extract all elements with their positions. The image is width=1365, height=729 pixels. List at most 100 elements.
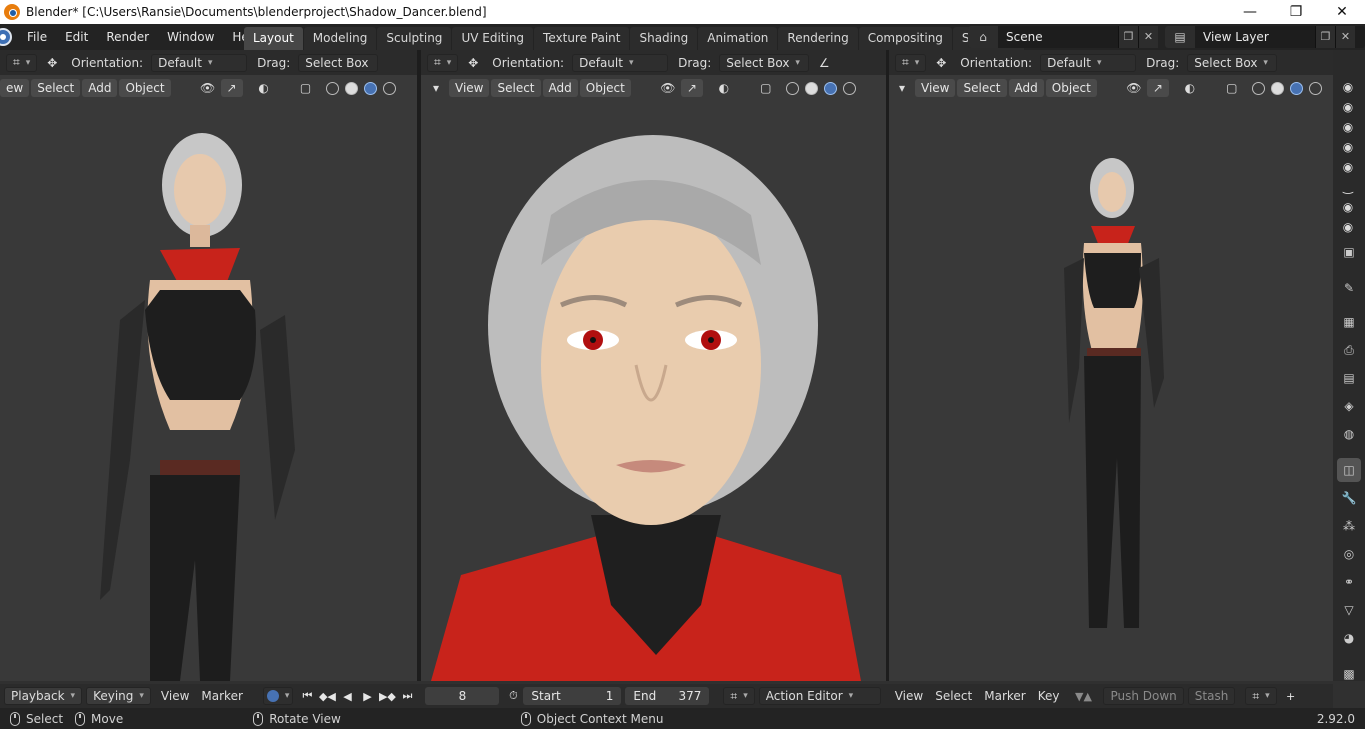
action-key-menu[interactable]: Key (1038, 689, 1060, 703)
menu-object[interactable]: Object (119, 79, 171, 97)
menu-file[interactable]: File (18, 30, 56, 44)
eye-closed-icon[interactable]: ‿ (1341, 180, 1355, 194)
material-properties-icon[interactable]: ◕ (1337, 626, 1361, 650)
keying-dropdown[interactable]: Keying ▾ (86, 687, 151, 705)
menu-view[interactable]: View (915, 79, 956, 97)
current-frame-field[interactable]: 8 (425, 687, 500, 705)
maximize-button[interactable]: ❐ (1273, 0, 1319, 24)
eye-icon[interactable]: ◉ (1341, 160, 1355, 174)
drag-dropdown[interactable]: Select Box ▾ (719, 53, 810, 72)
rendered-shading-icon[interactable] (382, 81, 396, 95)
stash-button[interactable]: Stash (1187, 687, 1236, 705)
push-down-button[interactable]: Push Down (1103, 687, 1184, 705)
drag-dropdown[interactable]: Select Box ▾ (1187, 53, 1278, 72)
viewport-center[interactable]: ⌗ ▾ ✥ Orientation: Default ▾ Drag: Select … (421, 50, 886, 681)
menu-edit[interactable]: Edit (56, 30, 97, 44)
visibility-icon[interactable]: 👁 (657, 79, 679, 97)
rendered-shading-icon[interactable] (842, 81, 856, 95)
eye-icon[interactable]: ◉ (1341, 120, 1355, 134)
jump-end-icon[interactable]: ⏭ (397, 687, 417, 705)
collapse-menu-icon[interactable]: ▾ (891, 79, 913, 97)
scene-properties-icon[interactable]: ◈ (1337, 394, 1361, 418)
collapse-menu-icon[interactable]: ▾ (425, 79, 447, 97)
view-layer-properties-icon[interactable]: ▤ (1337, 366, 1361, 390)
action-down-icon[interactable]: ▼▲ (1073, 687, 1093, 705)
gizmo-icon[interactable]: ↗ (1146, 79, 1169, 97)
menu-view[interactable]: ew (0, 79, 30, 97)
drag-dropdown[interactable]: Select Box (298, 53, 379, 72)
tool-settings-icon[interactable]: ✎ (1337, 276, 1361, 300)
add-icon[interactable]: + (1281, 687, 1301, 705)
overlay-icon[interactable]: ◐ (253, 79, 275, 97)
menu-add[interactable]: Add (542, 79, 578, 97)
viewport-left[interactable]: ⌗ ▾ ✥ Orientation: Default ▾ Drag: Select … (0, 50, 418, 681)
menu-view[interactable]: View (449, 79, 490, 97)
constraint-properties-icon[interactable]: ⚭ (1337, 570, 1361, 594)
view-layer-selector[interactable]: ▤ View Layer ❐ ✕ (1165, 26, 1365, 48)
gizmo-icon[interactable]: ↗ (680, 79, 703, 97)
playback-dropdown[interactable]: Playback ▾ (4, 687, 83, 705)
menu-object[interactable]: Object (1045, 79, 1097, 97)
transform-pivot-icon[interactable]: ✥ (41, 54, 63, 72)
jump-start-icon[interactable]: ⏮ (297, 687, 317, 705)
remove-scene-icon[interactable]: ✕ (1138, 26, 1158, 48)
scene-name-field[interactable]: Scene (998, 26, 1118, 48)
play-reverse-icon[interactable]: ◀ (337, 687, 357, 705)
physics-properties-icon[interactable]: ◎ (1337, 542, 1361, 566)
frame-end-field[interactable]: End 377 (625, 687, 710, 705)
tab-layout[interactable]: Layout (244, 27, 303, 50)
play-icon[interactable]: ▶ (357, 687, 377, 705)
remove-view-layer-icon[interactable]: ✕ (1335, 26, 1355, 48)
menu-select[interactable]: Select (491, 79, 541, 97)
gizmo-icon[interactable]: ↗ (220, 79, 243, 97)
eye-icon[interactable]: ◉ (1341, 80, 1355, 94)
tab-modeling[interactable]: Modeling (303, 27, 377, 50)
viewport-right[interactable]: ⌗ ▾ ✥ Orientation: Default ▾ Drag: Select … (889, 50, 1333, 681)
tab-texture-paint[interactable]: Texture Paint (534, 27, 630, 50)
xray-icon[interactable]: ▢ (1221, 79, 1243, 97)
tab-animation[interactable]: Animation (698, 27, 778, 50)
output-properties-icon[interactable]: ⎙ (1337, 338, 1361, 362)
material-shading-icon[interactable] (363, 81, 377, 95)
menu-render[interactable]: Render (97, 30, 158, 44)
prev-keyframe-icon[interactable]: ◆◀ (317, 687, 337, 705)
tab-shading[interactable]: Shading (630, 27, 698, 50)
editor-type-dropdown[interactable]: ⌗ ▾ (6, 53, 38, 72)
snap-icon[interactable]: ∠ (813, 54, 835, 72)
rendered-shading-icon[interactable] (1308, 81, 1322, 95)
editor-type-dropdown[interactable]: ⌗ ▾ (895, 53, 927, 72)
frame-start-field[interactable]: Start 1 (523, 687, 622, 705)
visibility-icon[interactable]: 👁 (1123, 79, 1145, 97)
orientation-dropdown[interactable]: Default ▾ (1040, 53, 1137, 72)
tab-uv-editing[interactable]: UV Editing (452, 27, 534, 50)
editor-type-dropdown[interactable]: ⌗ ▾ (427, 53, 459, 72)
menu-window[interactable]: Window (158, 30, 223, 44)
character-model-left[interactable] (90, 130, 330, 681)
wireframe-shading-icon[interactable] (325, 81, 339, 95)
copy-scene-icon[interactable]: ❐ (1118, 26, 1138, 48)
action-marker-menu[interactable]: Marker (984, 689, 1025, 703)
menu-select[interactable]: Select (31, 79, 81, 97)
xray-icon[interactable]: ▢ (295, 79, 317, 97)
wireframe-shading-icon[interactable] (1251, 81, 1265, 95)
close-button[interactable]: ✕ (1319, 0, 1365, 24)
tab-compositing[interactable]: Compositing (858, 27, 952, 50)
overlay-icon[interactable]: ◐ (1179, 79, 1201, 97)
data-properties-icon[interactable]: ▽ (1337, 598, 1361, 622)
material-shading-icon[interactable] (823, 81, 837, 95)
tool-properties-icon[interactable]: ▣ (1337, 240, 1361, 264)
tab-sculpting[interactable]: Sculpting (377, 27, 452, 50)
timeline-view-menu[interactable]: View (161, 689, 189, 703)
xray-icon[interactable]: ▢ (755, 79, 777, 97)
modifier-properties-icon[interactable]: 🔧 (1337, 486, 1361, 510)
menu-add[interactable]: Add (82, 79, 118, 97)
snapping-dropdown[interactable]: ⌗ ▾ (1245, 687, 1277, 705)
world-properties-icon[interactable]: ◍ (1337, 422, 1361, 446)
action-editor-type-dropdown[interactable]: ⌗ ▾ (723, 687, 755, 705)
eye-icon[interactable]: ◉ (1341, 220, 1355, 234)
solid-shading-icon[interactable] (344, 81, 358, 95)
blender-logo-icon[interactable] (0, 28, 12, 46)
menu-object[interactable]: Object (579, 79, 631, 97)
character-face-closeup[interactable] (421, 135, 886, 681)
minimize-button[interactable]: — (1227, 0, 1273, 24)
